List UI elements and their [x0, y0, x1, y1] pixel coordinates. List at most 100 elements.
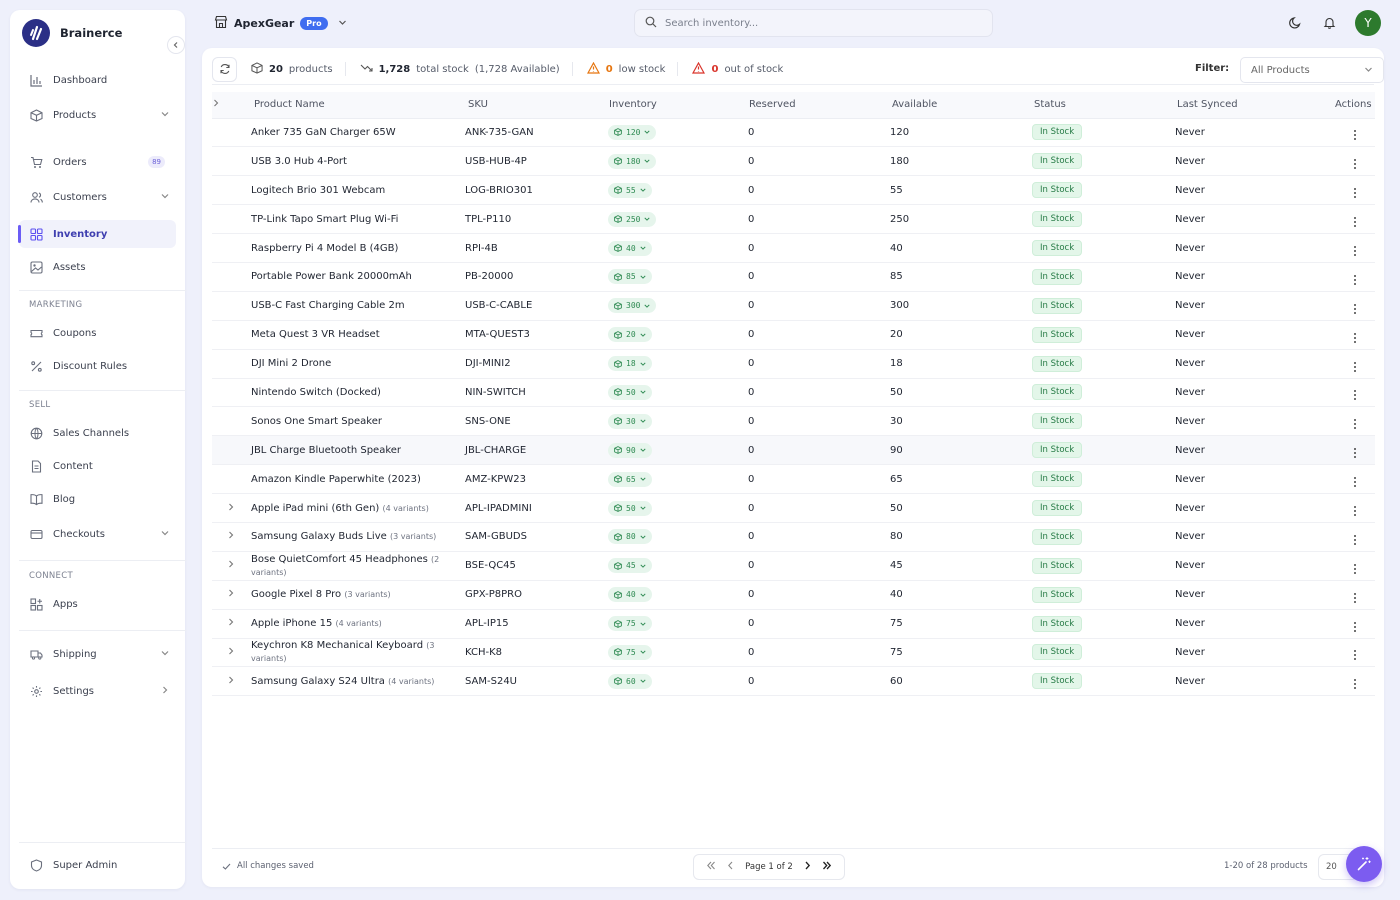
row-actions-button[interactable]: [1335, 320, 1375, 350]
column-header-inventory[interactable]: Inventory: [607, 92, 748, 119]
table-row[interactable]: DJI Mini 2 Drone DJI-MINI2 18 0 18 In Stock Ne…: [212, 349, 1375, 379]
inventory-stepper[interactable]: 85: [608, 269, 652, 285]
inventory-stepper[interactable]: 45: [608, 558, 652, 574]
table-row[interactable]: JBL Charge Bluetooth Speaker JBL-CHARGE 90…: [212, 435, 1375, 466]
table-row[interactable]: Raspberry Pi 4 Model B (4GB) RPI-4B 40 0 40 I…: [212, 233, 1375, 263]
expand-row-button[interactable]: [212, 666, 250, 697]
row-actions-button[interactable]: [1335, 551, 1375, 581]
expand-row-button[interactable]: [212, 551, 250, 581]
table-row[interactable]: Bose QuietComfort 45 Headphones (2 varia…: [212, 551, 1375, 581]
store-switcher[interactable]: ApexGear Pro: [214, 12, 347, 34]
expand-all-button[interactable]: [212, 92, 250, 119]
inventory-stepper[interactable]: 90: [608, 442, 652, 458]
row-actions-button[interactable]: [1335, 291, 1375, 321]
sidebar-item-shipping[interactable]: Shipping: [19, 640, 176, 668]
sidebar-item-products[interactable]: Products: [19, 101, 176, 129]
table-row[interactable]: USB 3.0 Hub 4-Port USB-HUB-4P 180 0 180 In St…: [212, 146, 1375, 177]
row-actions-button[interactable]: [1335, 666, 1375, 697]
search-bar[interactable]: [634, 9, 993, 37]
first-page-button[interactable]: [706, 861, 716, 873]
expand-row-button[interactable]: [212, 493, 250, 523]
sidebar-item-discount-rules[interactable]: Discount Rules: [19, 352, 176, 380]
sidebar-item-blog[interactable]: Blog: [19, 485, 176, 513]
inventory-stepper[interactable]: 20: [608, 327, 652, 343]
table-row[interactable]: Apple iPhone 15 (4 variants) APL-IP15 75 0 7…: [212, 609, 1375, 639]
sidebar-item-sales-channels[interactable]: Sales Channels: [19, 419, 176, 447]
inventory-stepper[interactable]: 180: [608, 153, 657, 169]
table-row[interactable]: Apple iPad mini (6th Gen) (4 variants) AP…: [212, 493, 1375, 523]
sidebar-item-assets[interactable]: Assets: [19, 253, 176, 281]
table-row[interactable]: TP-Link Tapo Smart Plug Wi-Fi TPL-P110 250…: [212, 204, 1375, 235]
inventory-stepper[interactable]: 40: [608, 587, 652, 603]
row-actions-button[interactable]: [1335, 406, 1375, 437]
column-header-reserved[interactable]: Reserved: [748, 92, 890, 119]
sidebar-item-customers[interactable]: Customers: [19, 183, 176, 211]
column-header-name[interactable]: Product Name: [250, 92, 464, 119]
table-row[interactable]: USB-C Fast Charging Cable 2m USB-C-CABLE 3…: [212, 291, 1375, 321]
collapse-sidebar-button[interactable]: [167, 36, 185, 54]
inventory-stepper[interactable]: 300: [608, 298, 657, 314]
table-row[interactable]: Amazon Kindle Paperwhite (2023) AMZ-KPW23…: [212, 464, 1375, 495]
row-actions-button[interactable]: [1335, 233, 1375, 263]
inventory-stepper[interactable]: 50: [608, 384, 652, 400]
expand-row-button[interactable]: [212, 580, 250, 610]
sidebar-item-checkouts[interactable]: Checkouts: [19, 520, 176, 548]
inventory-stepper[interactable]: 75: [608, 644, 652, 660]
expand-row-button[interactable]: [212, 609, 250, 639]
inventory-stepper[interactable]: 75: [608, 616, 652, 632]
sidebar-item-dashboard[interactable]: Dashboard: [19, 66, 176, 94]
inventory-stepper[interactable]: 55: [608, 182, 652, 198]
table-row[interactable]: Meta Quest 3 VR Headset MTA-QUEST3 20 0 20 In…: [212, 320, 1375, 350]
row-actions-button[interactable]: [1335, 435, 1375, 466]
sidebar-item-inventory[interactable]: Inventory: [18, 220, 176, 248]
prev-page-button[interactable]: [727, 861, 734, 873]
row-actions-button[interactable]: [1335, 118, 1375, 148]
table-row[interactable]: Nintendo Switch (Docked) NIN-SWITCH 50 0 50 I…: [212, 378, 1375, 408]
expand-row-button[interactable]: [212, 638, 250, 668]
table-row[interactable]: Portable Power Bank 20000mAh PB-20000 85 0 8…: [212, 262, 1375, 292]
row-actions-button[interactable]: [1335, 609, 1375, 639]
row-actions-button[interactable]: [1335, 378, 1375, 408]
table-row[interactable]: Keychron K8 Mechanical Keyboard (3 varia…: [212, 638, 1375, 668]
inventory-stepper[interactable]: 40: [608, 240, 652, 256]
table-row[interactable]: Anker 735 GaN Charger 65W ANK-735-GAN 120 0…: [212, 118, 1375, 148]
inventory-stepper[interactable]: 50: [608, 500, 652, 516]
sidebar-item-orders[interactable]: Orders 89: [19, 148, 176, 176]
row-actions-button[interactable]: [1335, 464, 1375, 495]
row-actions-button[interactable]: [1335, 175, 1375, 206]
row-actions-button[interactable]: [1335, 522, 1375, 552]
column-header-sku[interactable]: SKU: [464, 92, 607, 119]
theme-toggle-button[interactable]: [1287, 14, 1303, 30]
row-actions-button[interactable]: [1335, 204, 1375, 235]
sidebar-item-apps[interactable]: Apps: [19, 590, 176, 618]
expand-row-button[interactable]: [212, 522, 250, 552]
row-actions-button[interactable]: [1335, 638, 1375, 668]
row-actions-button[interactable]: [1335, 580, 1375, 610]
table-row[interactable]: Sonos One Smart Speaker SNS-ONE 30 0 30 In St…: [212, 406, 1375, 437]
table-row[interactable]: Samsung Galaxy Buds Live (3 variants) SAM…: [212, 522, 1375, 552]
sidebar-item-coupons[interactable]: Coupons: [19, 319, 176, 347]
inventory-stepper[interactable]: 250: [608, 211, 657, 227]
user-avatar[interactable]: Y: [1355, 10, 1381, 36]
search-input[interactable]: [665, 17, 965, 29]
next-page-button[interactable]: [804, 861, 811, 873]
row-actions-button[interactable]: [1335, 146, 1375, 177]
inventory-stepper[interactable]: 18: [608, 356, 652, 372]
inventory-stepper[interactable]: 120: [608, 124, 657, 140]
table-row[interactable]: Logitech Brio 301 Webcam LOG-BRIO301 55 0 55…: [212, 175, 1375, 206]
row-actions-button[interactable]: [1335, 493, 1375, 523]
sidebar-item-content[interactable]: Content: [19, 452, 176, 480]
column-header-status[interactable]: Status: [1032, 92, 1175, 119]
row-actions-button[interactable]: [1335, 262, 1375, 292]
filter-select[interactable]: All Products: [1240, 57, 1384, 83]
inventory-stepper[interactable]: 60: [608, 673, 652, 689]
row-actions-button[interactable]: [1335, 349, 1375, 379]
column-header-last-synced[interactable]: Last Synced: [1175, 92, 1335, 119]
inventory-stepper[interactable]: 30: [608, 413, 652, 429]
inventory-stepper[interactable]: 65: [608, 471, 652, 487]
column-header-available[interactable]: Available: [890, 92, 1032, 119]
notifications-button[interactable]: [1321, 14, 1337, 30]
brand[interactable]: Brainerce: [22, 18, 122, 48]
table-row[interactable]: Samsung Galaxy S24 Ultra (4 variants) SAM…: [212, 666, 1375, 697]
inventory-stepper[interactable]: 80: [608, 529, 652, 545]
